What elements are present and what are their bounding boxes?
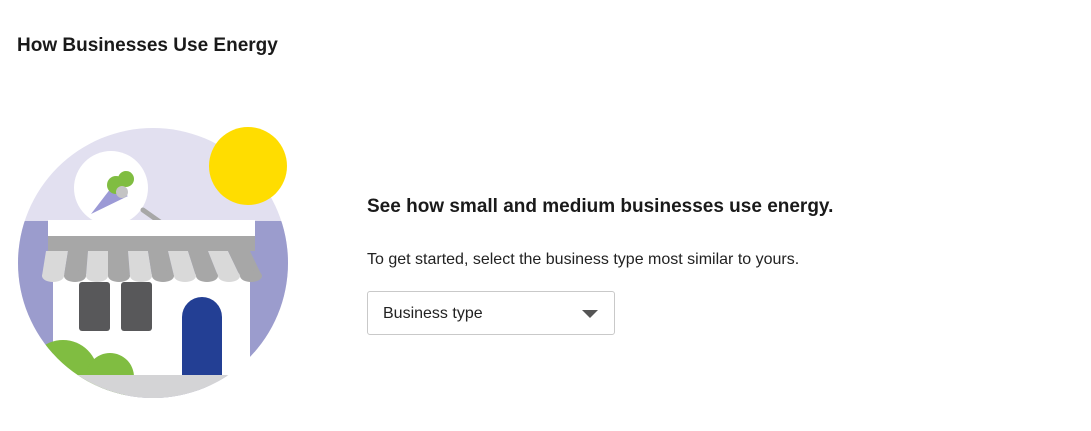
- awning-scallop: [64, 270, 86, 282]
- awning-scallop: [130, 270, 152, 282]
- caret-down-icon: [582, 310, 598, 318]
- awning-scallop: [152, 270, 174, 282]
- ice-cream-scoop-top: [116, 186, 128, 198]
- storefront-icon: [18, 127, 288, 398]
- awning-scallop: [240, 270, 262, 282]
- sidewalk-front: [18, 375, 288, 398]
- awning-scallop: [86, 270, 108, 282]
- intro-section: See how small and medium businesses use …: [367, 194, 1067, 335]
- page-title: How Businesses Use Energy: [17, 35, 278, 56]
- store-window: [121, 282, 152, 331]
- intro-instructions: To get started, select the business type…: [367, 251, 800, 268]
- awning-scallop: [218, 270, 240, 282]
- awning-scallop: [108, 270, 130, 282]
- intro-headline: See how small and medium businesses use …: [367, 196, 834, 217]
- store-window: [79, 282, 110, 331]
- ice-cream-scoop: [118, 171, 134, 187]
- awning-scallop: [174, 270, 196, 282]
- awning-top: [48, 236, 255, 251]
- awning-scallop: [42, 270, 64, 282]
- business-type-select[interactable]: Business type: [367, 291, 615, 335]
- sun-icon: [209, 127, 287, 205]
- store-sign-board: [48, 220, 255, 236]
- business-type-select-label: Business type: [383, 305, 483, 322]
- awning-scallop: [196, 270, 218, 282]
- store-door: [182, 297, 222, 376]
